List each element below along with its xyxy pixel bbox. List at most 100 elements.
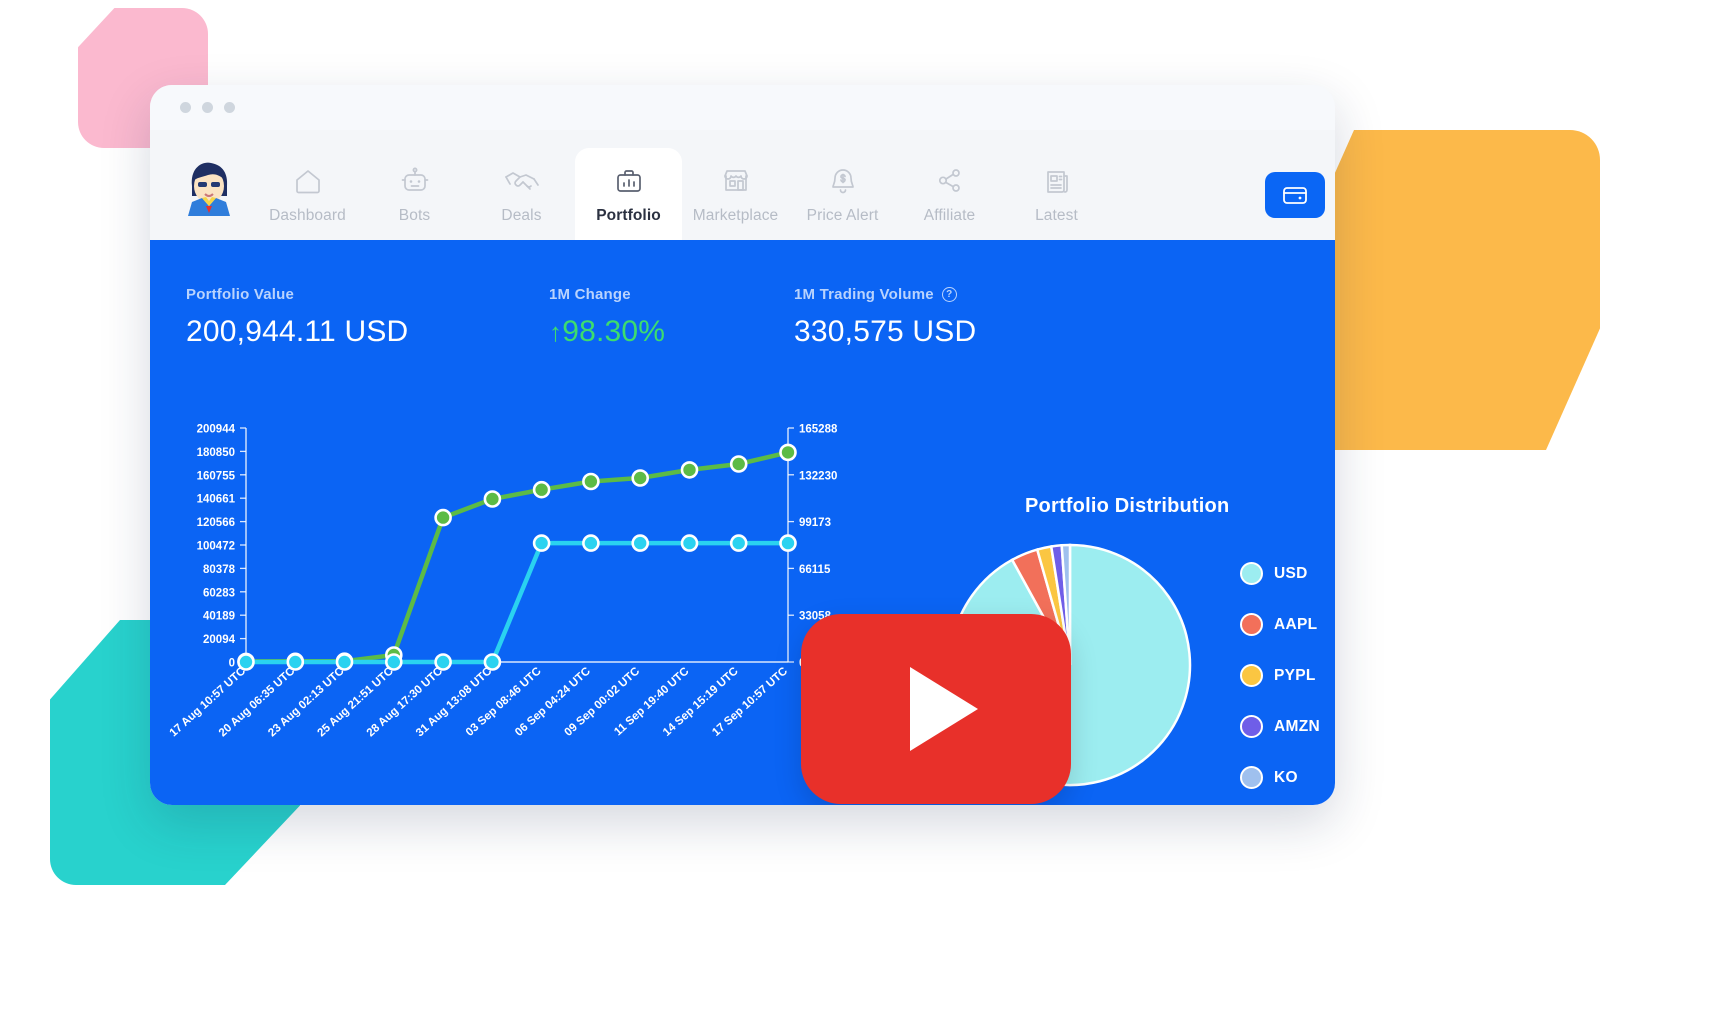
series-point[interactable] (434, 508, 452, 527)
window-titlebar (150, 85, 1335, 130)
series-point[interactable] (729, 534, 748, 552)
series-point[interactable] (237, 653, 255, 671)
series-point[interactable] (434, 653, 452, 671)
y-tick-label-left: 120566 (197, 517, 235, 529)
traffic-light-close-icon[interactable] (180, 102, 191, 113)
nav-item-deals[interactable]: Deals (468, 148, 575, 240)
home-icon (293, 164, 323, 198)
stat-label: Portfolio Value (186, 286, 295, 303)
series-point[interactable] (286, 653, 305, 671)
series-point[interactable] (680, 461, 699, 479)
legend-label: USD (1274, 564, 1308, 582)
robot-icon (400, 164, 430, 198)
y-tick-label-left: 80378 (203, 564, 236, 576)
nav-item-bots[interactable]: Bots (361, 148, 468, 240)
series-point[interactable] (729, 455, 748, 473)
nav-item-label: Dashboard (269, 206, 346, 224)
stat-portfolio-value: Portfolio Value 200,944.11 USD (186, 286, 549, 349)
y-tick-label-left: 20094 (203, 634, 236, 646)
play-video-button[interactable] (801, 614, 1071, 804)
news-icon (1043, 164, 1071, 198)
nav-item-dashboard[interactable]: Dashboard (254, 148, 361, 240)
series-point[interactable] (779, 534, 797, 552)
briefcase-icon (615, 164, 643, 198)
y-tick-label-left: 100472 (197, 541, 235, 553)
portfolio-panel: Portfolio Value 200,944.11 USD 1M Change… (150, 240, 1335, 805)
play-triangle-icon (910, 667, 978, 751)
nav-item-label: Affiliate (923, 206, 976, 224)
legend-item[interactable]: KO (1240, 766, 1320, 789)
series-point[interactable] (582, 472, 600, 491)
legend-label: PYPL (1274, 666, 1316, 684)
nav-item-label: Deals (501, 206, 542, 224)
legend-swatch-icon (1240, 715, 1263, 738)
share-icon (936, 164, 964, 198)
legend-swatch-icon (1240, 664, 1263, 687)
y-tick-label-left: 200944 (197, 424, 236, 436)
stat-value: ↑98.30% (549, 315, 794, 349)
summary-stats: Portfolio Value 200,944.11 USD 1M Change… (150, 240, 1335, 349)
series-point[interactable] (631, 534, 650, 552)
portfolio-line-chart: 200944 180850 160755 140661 120566 100472 8037… (168, 410, 868, 770)
series-point[interactable] (631, 469, 650, 487)
stat-value-text: 98.30% (562, 315, 666, 348)
y-tick-label-left: 0 (229, 658, 235, 670)
legend-item[interactable]: AMZN (1240, 715, 1320, 738)
nav-item-marketplace[interactable]: Marketplace (682, 148, 789, 240)
series-point[interactable] (385, 653, 403, 671)
help-icon[interactable]: ? (941, 287, 957, 302)
stat-1m-change: 1M Change ↑98.30% (549, 286, 794, 349)
y-tick-label-left: 40189 (203, 611, 235, 623)
stat-value: 200,944.11 USD (186, 315, 409, 348)
app-window: Dashboard Bots Deals Portfolio Marketpla… (150, 85, 1335, 805)
stat-label: 1M Trading Volume ? (794, 286, 976, 303)
line-chart-svg[interactable]: 200944 180850 160755 140661 120566 100472 8037… (168, 410, 868, 770)
y-tick-label-right: 66115 (799, 564, 831, 576)
y-tick-label-left: 180850 (197, 447, 235, 459)
legend-label: AAPL (1274, 615, 1318, 633)
stat-label: 1M Change (549, 286, 631, 303)
series-point[interactable] (532, 480, 551, 499)
wallet-icon (1282, 184, 1308, 206)
legend-swatch-icon (1240, 562, 1263, 585)
legend-label: AMZN (1274, 717, 1320, 735)
bell-dollar-icon (830, 164, 856, 198)
wallet-button[interactable] (1265, 172, 1325, 218)
series-line-trading-volume (243, 540, 791, 665)
pie-chart-title: Portfolio Distribution (1025, 495, 1230, 517)
y-tick-label-right: 132230 (799, 470, 837, 482)
series-point[interactable] (532, 534, 551, 552)
main-navigation: Dashboard Bots Deals Portfolio Marketpla… (150, 130, 1335, 240)
traffic-light-maximize-icon[interactable] (224, 102, 235, 113)
nav-item-affiliate[interactable]: Affiliate (896, 148, 1003, 240)
legend-item[interactable]: AAPL (1240, 613, 1320, 636)
handshake-icon (504, 164, 540, 198)
traffic-light-minimize-icon[interactable] (202, 102, 213, 113)
screenshot-root: Dashboard Bots Deals Portfolio Marketpla… (0, 0, 1712, 1025)
y-tick-label-left: 160755 (197, 470, 236, 482)
series-point[interactable] (483, 490, 502, 508)
avatar[interactable] (178, 156, 240, 218)
series-line-portfolio-value (243, 450, 791, 664)
legend-swatch-icon (1240, 766, 1263, 789)
legend-item[interactable]: PYPL (1240, 664, 1320, 687)
series-point[interactable] (335, 653, 354, 671)
legend-swatch-icon (1240, 613, 1263, 636)
legend-label: KO (1274, 768, 1298, 786)
y-tick-label-right: 165288 (799, 424, 838, 436)
nav-item-portfolio[interactable]: Portfolio (575, 148, 682, 240)
nav-item-label: Latest (1035, 206, 1078, 224)
nav-item-label: Price Alert (806, 206, 879, 224)
arrow-up-icon: ↑ (549, 317, 563, 347)
nav-item-price-alert[interactable]: Price Alert (789, 148, 896, 240)
series-point[interactable] (779, 443, 797, 462)
stat-value: 330,575 USD (794, 315, 977, 348)
series-point[interactable] (582, 534, 600, 552)
series-point[interactable] (483, 653, 502, 671)
decorative-orange-shape (1300, 130, 1600, 450)
nav-item-latest[interactable]: Latest (1003, 148, 1110, 240)
series-point[interactable] (680, 534, 699, 552)
legend-item[interactable]: USD (1240, 562, 1320, 585)
pie-legend: USD AAPL PYPL AMZN KO (1240, 562, 1320, 789)
y-tick-label-left: 140661 (197, 494, 236, 506)
